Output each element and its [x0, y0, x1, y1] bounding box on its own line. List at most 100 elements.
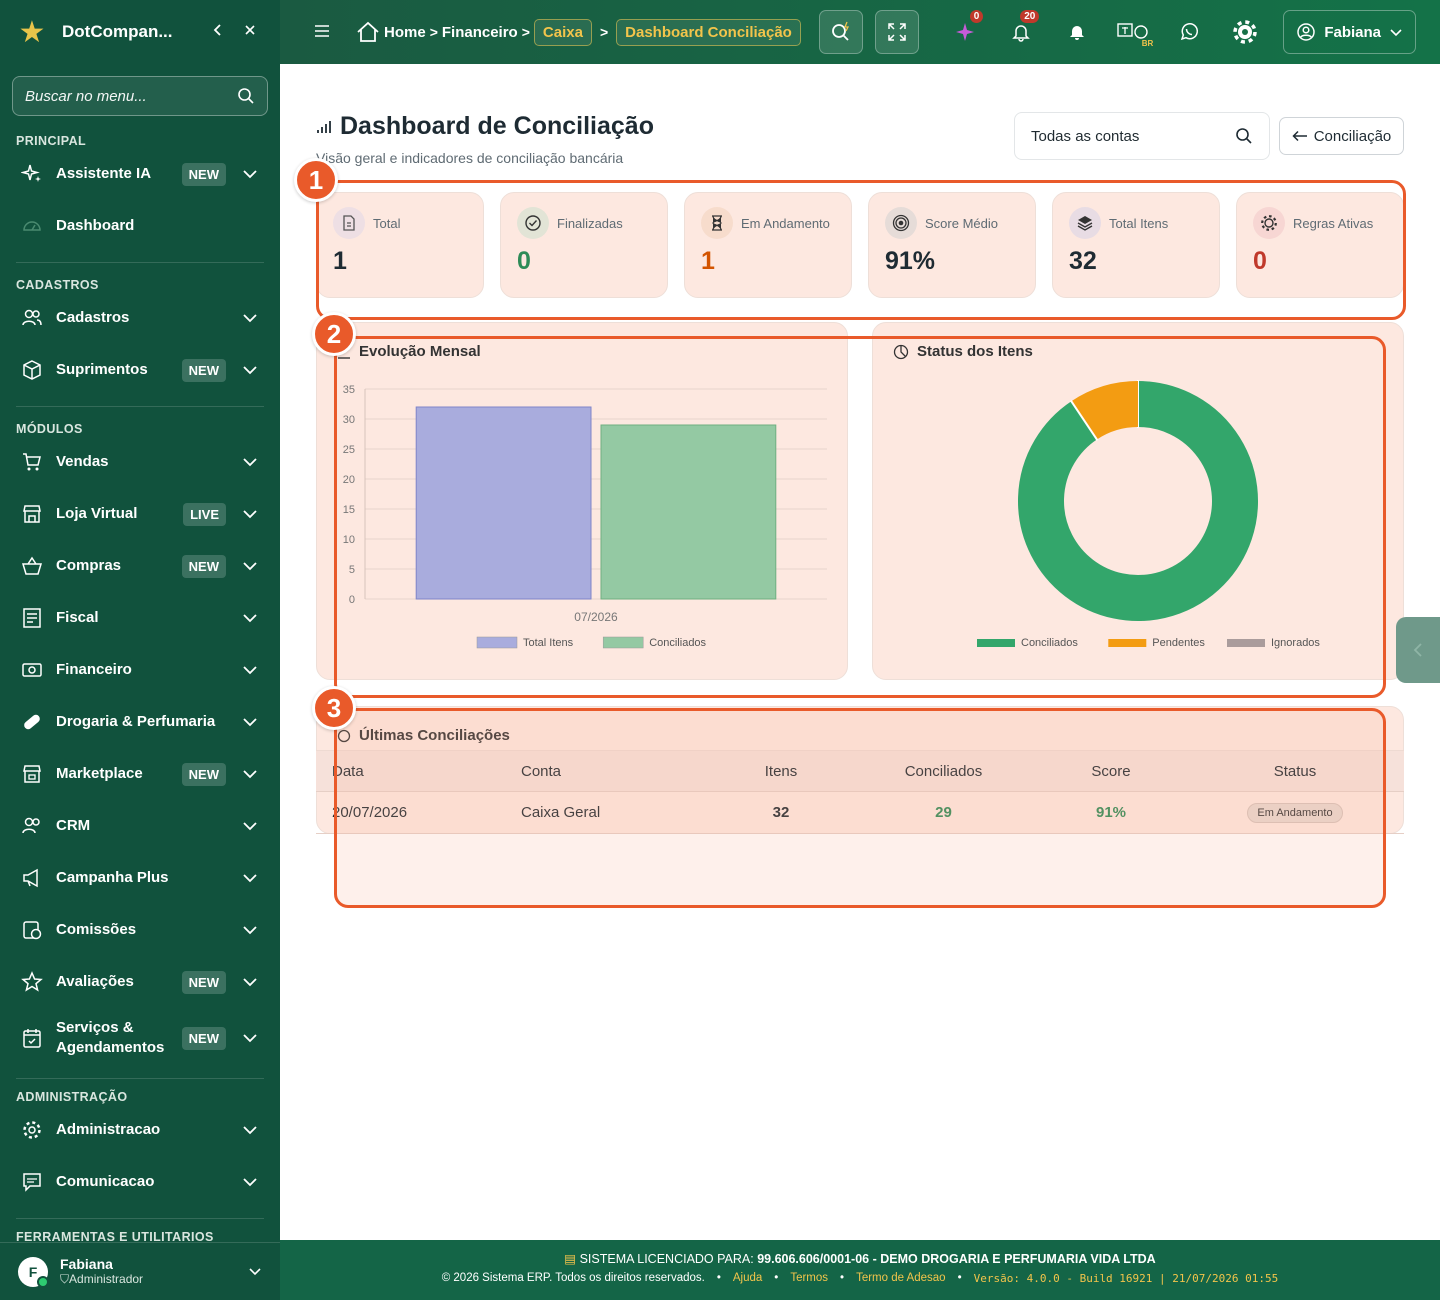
- whatsapp-button[interactable]: [1167, 10, 1211, 54]
- chevron-down-icon: [240, 360, 260, 380]
- sidebar-item-marketplace[interactable]: Marketplace NEW: [0, 748, 280, 800]
- sidebar-item-comissoes[interactable]: Comissões: [0, 904, 280, 956]
- cell-conciliados: 29: [935, 804, 952, 821]
- legend-swatch: [1227, 639, 1265, 647]
- breadcrumb-financeiro[interactable]: Financeiro: [442, 24, 518, 41]
- legend-label: Pendentes: [1152, 637, 1205, 649]
- sidebar-item-label: Fiscal: [56, 609, 99, 626]
- search-icon: [832, 21, 850, 41]
- sidebar-item-comunicacao[interactable]: Comunicacao: [0, 1156, 280, 1208]
- sidebar-item-loja-virtual[interactable]: Loja Virtual LIVE: [0, 488, 280, 540]
- column-header-status[interactable]: Status: [1186, 763, 1404, 780]
- star-logo-icon: ★: [18, 15, 46, 49]
- kpi-value: 0: [517, 247, 531, 275]
- cart-icon: [20, 450, 44, 474]
- sidebar-item-compras[interactable]: Compras NEW: [0, 540, 280, 592]
- layers-icon: [1069, 207, 1101, 239]
- cog-icon: [1253, 207, 1285, 239]
- kpi-card-em-andamento: Em Andamento 1: [684, 192, 852, 298]
- chat-icon: [20, 1170, 44, 1194]
- column-header-score[interactable]: Score: [1036, 763, 1186, 780]
- kpi-label: Score Médio: [925, 215, 998, 231]
- chevron-down-icon: [240, 1172, 260, 1192]
- sidebar-user-menu[interactable]: F Fabiana ⛉Administrador: [0, 1242, 280, 1300]
- back-to-conciliacao-button[interactable]: Conciliação: [1279, 117, 1404, 155]
- column-header-conciliados[interactable]: Conciliados: [851, 763, 1036, 780]
- sidebar-item-vendas[interactable]: Vendas: [0, 436, 280, 488]
- gauge-icon: [20, 214, 44, 238]
- collapse-sidebar-button[interactable]: [202, 23, 234, 42]
- fullscreen-button[interactable]: [875, 10, 920, 54]
- sidebar-item-drogaria[interactable]: Drogaria & Perfumaria: [0, 696, 280, 748]
- avatar: F: [18, 1256, 49, 1288]
- language-code: BR: [1141, 39, 1154, 48]
- sidebar-item-financeiro[interactable]: Financeiro: [0, 644, 280, 696]
- legend-swatch: [602, 636, 644, 649]
- y-tick-label: 5: [349, 564, 355, 576]
- sidebar-item-servicos[interactable]: Serviços & Agendamentos NEW: [0, 1008, 280, 1068]
- new-badge: NEW: [181, 358, 226, 382]
- breadcrumb-separator: >: [599, 24, 609, 40]
- terms-link[interactable]: Termos: [790, 1272, 828, 1285]
- bar-conciliados: [600, 424, 777, 600]
- side-panel-toggle[interactable]: [1396, 617, 1440, 683]
- close-sidebar-button[interactable]: [234, 23, 266, 41]
- sidebar-item-suprimentos[interactable]: Suprimentos NEW: [0, 344, 280, 396]
- help-link[interactable]: Ajuda: [733, 1272, 762, 1285]
- sidebar-item-administracao[interactable]: Administracao: [0, 1104, 280, 1156]
- kpi-value: 32: [1069, 247, 1097, 275]
- sidebar-item-fiscal[interactable]: Fiscal: [0, 592, 280, 644]
- sidebar-item-label: Campanha Plus: [56, 869, 169, 886]
- sidebar-item-crm[interactable]: CRM: [0, 800, 280, 852]
- ai-notifications-button[interactable]: 0: [943, 10, 987, 54]
- receipt-icon: [20, 606, 44, 630]
- adhesion-terms-link[interactable]: Termo de Adesao: [856, 1272, 946, 1285]
- breadcrumb: Home > Financeiro > Caixa > Dashboard Co…: [356, 18, 801, 46]
- chevron-down-icon: [240, 1120, 260, 1140]
- breadcrumb-separator: >: [429, 24, 438, 40]
- table-row[interactable]: 20/07/2026 Caixa Geral 32 29 91% Em Anda…: [316, 792, 1404, 834]
- building-icon: ▤: [564, 1252, 577, 1266]
- legend-swatch: [977, 639, 1015, 647]
- sidebar-item-label: Financeiro: [56, 661, 132, 678]
- sidebar-item-avaliacoes[interactable]: Avaliações NEW: [0, 956, 280, 1008]
- column-header-conta[interactable]: Conta: [521, 763, 711, 780]
- chevron-down-icon: [240, 1028, 260, 1048]
- chevron-down-icon: [240, 556, 260, 576]
- sidebar-item-label: CRM: [56, 817, 91, 834]
- sidebar-item-campanha-plus[interactable]: Campanha Plus: [0, 852, 280, 904]
- shield-icon: ⛉: [60, 1272, 70, 1286]
- new-badge: NEW: [181, 1026, 226, 1050]
- sidebar-item-dashboard[interactable]: Dashboard: [0, 200, 280, 252]
- kpi-card-finalizadas: Finalizadas 0: [500, 192, 668, 298]
- account-select-value: Todas as contas: [1031, 127, 1140, 145]
- sidebar-item-assistente-ia[interactable]: Assistente IA NEW: [0, 148, 280, 200]
- breadcrumb-caixa[interactable]: Caixa: [533, 18, 592, 46]
- expand-icon: [888, 23, 907, 41]
- sidebar-item-label: Marketplace: [56, 765, 143, 782]
- new-badge: NEW: [181, 162, 226, 186]
- chart-card-evolucao-mensal: Evolução Mensal 0 5 10 15 20 25 30 35 07/2026 Tot…: [316, 322, 848, 680]
- y-tick-label: 0: [349, 594, 355, 606]
- menu-search-input[interactable]: [25, 87, 237, 105]
- global-search-button[interactable]: [819, 10, 864, 54]
- sidebar-item-label: Avaliações: [56, 973, 134, 990]
- footer-links: © 2026 Sistema ERP. Todos os direitos re…: [441, 1272, 1279, 1285]
- user-menu-button[interactable]: Fabiana: [1283, 10, 1416, 54]
- alerts-button[interactable]: [1055, 10, 1099, 54]
- license-line: ▤ SISTEMA LICENCIADO PARA: 99.606.606/00…: [564, 1252, 1156, 1266]
- account-select[interactable]: Todas as contas: [1014, 112, 1270, 160]
- settings-button[interactable]: [1223, 10, 1267, 54]
- breadcrumb-home[interactable]: Home: [356, 21, 426, 43]
- language-button[interactable]: BR: [1111, 10, 1155, 54]
- column-header-data[interactable]: Data: [316, 763, 521, 780]
- status-badge: Em Andamento: [1247, 802, 1343, 823]
- user-name: Fabiana: [60, 1256, 113, 1272]
- hamburger-menu-button[interactable]: [314, 21, 344, 44]
- sidebar-item-label: Comunicacao: [56, 1173, 155, 1190]
- table-title: Últimas Conciliações: [337, 727, 510, 744]
- sidebar-item-cadastros[interactable]: Cadastros: [0, 292, 280, 344]
- notifications-button[interactable]: 20: [999, 10, 1043, 54]
- search-icon[interactable]: [237, 87, 255, 105]
- column-header-itens[interactable]: Itens: [711, 763, 851, 780]
